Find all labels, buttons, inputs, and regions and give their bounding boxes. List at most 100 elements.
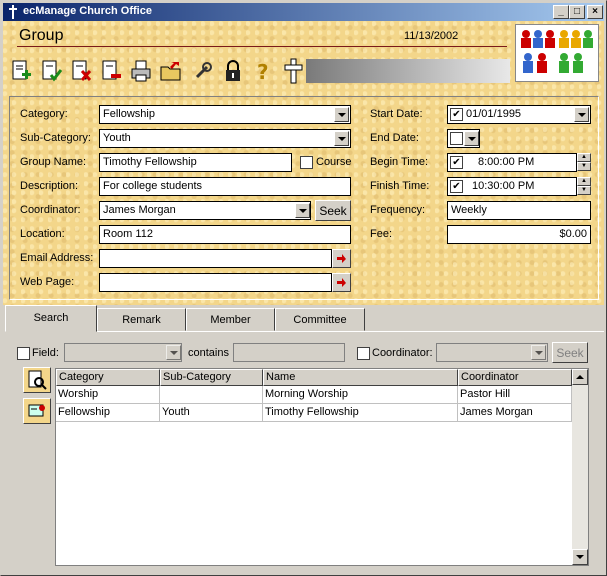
approve-document-icon[interactable] [38, 57, 64, 85]
subcategory-dropdown-button[interactable] [334, 131, 349, 146]
scroll-up-button[interactable] [572, 369, 588, 385]
minimize-button[interactable]: _ [553, 5, 569, 19]
export-folder-icon[interactable] [158, 57, 184, 85]
end-date-label: End Date: [370, 132, 419, 144]
edit-record-icon[interactable] [23, 398, 51, 424]
group-name-field[interactable]: Timothy Fellowship [99, 153, 292, 172]
course-checkbox[interactable] [300, 156, 313, 169]
tab-committee[interactable]: Committee [275, 308, 365, 331]
close-button[interactable]: × [587, 5, 603, 19]
coordinator-select[interactable]: James Morgan [99, 201, 311, 220]
start-date-dropdown-button[interactable] [574, 107, 589, 122]
end-date-dropdown-button[interactable] [464, 131, 479, 146]
location-label: Location: [20, 228, 65, 240]
group-name-label: Group Name: [20, 156, 87, 168]
red-arrow-icon [337, 278, 346, 287]
search-icon[interactable] [23, 367, 51, 393]
column-header-category[interactable]: Category [56, 369, 160, 386]
description-label: Description: [20, 180, 79, 192]
vertical-scrollbar[interactable] [572, 369, 588, 565]
subcategory-select[interactable]: Youth [99, 129, 351, 148]
cell-category: Worship [56, 386, 160, 404]
category-dropdown-button[interactable] [334, 107, 349, 122]
coordinator-dropdown-button[interactable] [295, 203, 310, 218]
tab-search[interactable]: Search [5, 305, 97, 332]
group-form: Category: Fellowship Sub-Category: Youth… [9, 96, 599, 300]
chevron-down-icon [337, 136, 346, 141]
cross-icon[interactable] [280, 57, 306, 85]
header-date: 11/13/2002 [404, 30, 459, 42]
coordinator-label: Coordinator: [20, 204, 81, 216]
contains-field[interactable] [233, 343, 345, 362]
tools-icon[interactable] [190, 57, 216, 85]
begin-time-label: Begin Time: [370, 156, 429, 168]
header-divider [17, 46, 507, 47]
coordinator-filter-checkbox[interactable] [357, 347, 370, 360]
page-title: Group [19, 27, 64, 44]
finish-time-label: Finish Time: [370, 180, 430, 192]
begin-time-spinner[interactable]: ▲ ▼ [577, 153, 591, 172]
help-icon[interactable]: ? [250, 57, 276, 85]
field-filter-checkbox[interactable] [17, 347, 30, 360]
toolbar-gradient [306, 59, 510, 83]
location-field[interactable]: Room 112 [99, 225, 351, 244]
email-label: Email Address: [20, 252, 94, 264]
print-icon[interactable] [128, 57, 154, 85]
field-filter-select[interactable] [64, 343, 182, 362]
frequency-label: Frequency: [370, 204, 426, 216]
subcategory-label: Sub-Category: [20, 132, 91, 144]
search-seek-button[interactable]: Seek [552, 342, 588, 363]
start-date-label: Start Date: [370, 108, 423, 120]
open-webpage-button[interactable] [332, 273, 351, 292]
cell-name: Morning Worship [263, 386, 458, 404]
scroll-down-button[interactable] [572, 549, 588, 565]
cell-subcategory: Youth [160, 404, 263, 422]
webpage-field[interactable] [99, 273, 332, 292]
cell-category: Fellowship [56, 404, 160, 422]
tab-member[interactable]: Member [186, 308, 275, 331]
remove-document-icon[interactable] [98, 57, 124, 85]
webpage-label: Web Page: [20, 276, 75, 288]
finish-time-field[interactable]: 10:30:00 PM [447, 177, 577, 196]
finish-time-checkbox[interactable]: ✔ [450, 180, 463, 193]
lock-icon[interactable] [220, 57, 246, 85]
fee-field[interactable]: $0.00 [447, 225, 591, 244]
category-label: Category: [20, 108, 68, 120]
results-grid: Category Sub-Category Name Coordinator W… [55, 368, 589, 566]
finish-time-spinner[interactable]: ▲ ▼ [577, 177, 591, 196]
new-document-icon[interactable] [8, 57, 34, 85]
red-arrow-icon [337, 254, 346, 263]
column-header-coordinator[interactable]: Coordinator [458, 369, 572, 386]
email-field[interactable] [99, 249, 332, 268]
coordinator-seek-button[interactable]: Seek [315, 200, 351, 221]
title-bar[interactable]: ecManage Church Office _ □ × [3, 3, 604, 21]
chevron-up-icon [576, 375, 584, 379]
begin-time-field[interactable]: 8:00:00 PM [447, 153, 577, 172]
chevron-down-icon [337, 112, 346, 117]
start-date-checkbox[interactable]: ✔ [450, 108, 463, 121]
delete-document-icon[interactable] [68, 57, 94, 85]
begin-time-checkbox[interactable]: ✔ [450, 156, 463, 169]
cell-name: Timothy Fellowship [263, 404, 458, 422]
chevron-down-icon [577, 112, 586, 117]
chevron-down-icon [576, 555, 584, 559]
end-date-checkbox[interactable] [450, 132, 463, 145]
field-filter-dropdown-button[interactable] [166, 345, 181, 360]
start-date-picker[interactable]: 01/01/1995 [447, 105, 591, 124]
tab-remark[interactable]: Remark [97, 308, 186, 331]
cell-coordinator: Pastor Hill [458, 386, 572, 404]
course-label: Course [316, 156, 352, 168]
contains-label: contains [188, 347, 229, 359]
frequency-field[interactable]: Weekly [447, 201, 591, 220]
coordinator-filter-dropdown-button[interactable] [531, 345, 546, 360]
chevron-down-icon [298, 208, 307, 213]
send-email-button[interactable] [332, 249, 351, 268]
cell-subcategory [160, 386, 263, 404]
description-field[interactable]: For college students [99, 177, 351, 196]
column-header-name[interactable]: Name [263, 369, 458, 386]
category-select[interactable]: Fellowship [99, 105, 351, 124]
maximize-button[interactable]: □ [569, 5, 585, 19]
church-people-logo [515, 24, 599, 82]
cell-coordinator: James Morgan [458, 404, 572, 422]
column-header-subcategory[interactable]: Sub-Category [160, 369, 263, 386]
